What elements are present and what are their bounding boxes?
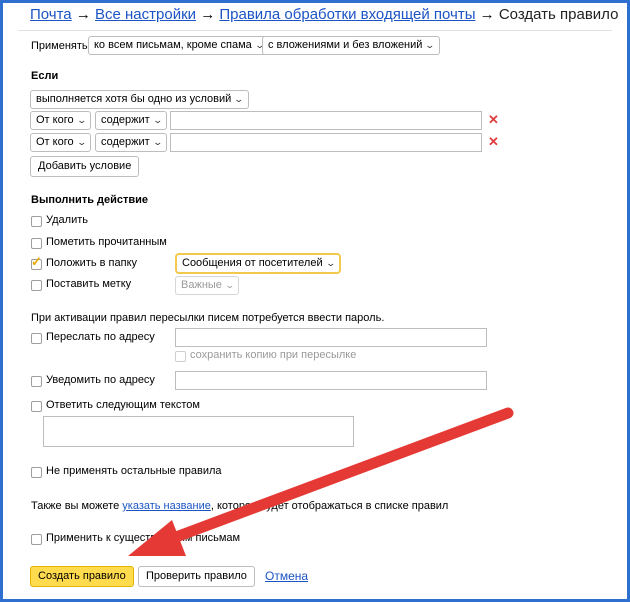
folder-select[interactable]: Сообщения от посетителей ⌄: [175, 253, 342, 274]
condition-mode-value: выполняется хотя бы одно из условий: [36, 93, 232, 105]
rule-name-note-text: , которое будет отображаться в списке пр…: [210, 500, 449, 512]
condition-operator-value: содержит: [101, 114, 150, 126]
condition-value-input[interactable]: [170, 111, 482, 130]
header-divider: [18, 30, 612, 31]
forward-address-input[interactable]: [175, 328, 487, 347]
chevron-down-icon: ⌄: [233, 94, 245, 104]
scope-select[interactable]: ко всем письмам, кроме спама ⌄: [88, 36, 270, 55]
breadcrumb-settings-link[interactable]: Все настройки: [95, 6, 196, 23]
condition-field-select[interactable]: От кого ⌄: [30, 133, 92, 152]
conditions-heading: Если: [31, 70, 59, 82]
breadcrumb: Почта → Все настройки → Правила обработк…: [30, 6, 618, 23]
reply-textarea[interactable]: [43, 416, 354, 447]
rule-name-link[interactable]: указать название: [122, 500, 211, 512]
condition-operator-value: содержит: [101, 136, 150, 148]
chevron-down-icon: ⌄: [152, 137, 163, 147]
condition-operator-select[interactable]: содержит ⌄: [95, 111, 168, 130]
move-folder-checkbox[interactable]: ✓: [31, 254, 42, 270]
set-label-label: Поставить метку: [46, 278, 132, 290]
apply-existing-checkbox[interactable]: [31, 534, 42, 545]
chevron-down-icon: ⌄: [76, 115, 87, 125]
keep-copy-checkbox[interactable]: [175, 351, 186, 362]
move-folder-label: Положить в папку: [46, 257, 138, 269]
mark-read-checkbox[interactable]: [31, 238, 42, 249]
breadcrumb-rules-link[interactable]: Правила обработки входящей почты: [219, 6, 475, 23]
reply-checkbox[interactable]: [31, 401, 42, 412]
notify-checkbox[interactable]: [31, 376, 42, 387]
apply-existing-label: Применить к существующим письмам: [46, 532, 241, 544]
breadcrumb-separator: →: [479, 6, 495, 23]
rule-name-note: Также вы можете указать название, которо…: [31, 500, 448, 512]
delete-checkbox[interactable]: [31, 216, 42, 227]
check-rule-button[interactable]: Проверить правило: [138, 566, 255, 587]
tag-select-value: Важные: [181, 279, 222, 291]
condition-field-value: От кого: [36, 136, 74, 148]
checkmark-icon: ✓: [31, 254, 42, 269]
condition-value-input[interactable]: [170, 133, 482, 152]
keep-copy-label: сохранить копию при пересылке: [190, 349, 357, 361]
notify-address-input[interactable]: [175, 371, 487, 390]
forward-password-note: При активации правил пересылки писем пот…: [31, 312, 385, 324]
mark-read-label: Пометить прочитанным: [46, 236, 167, 248]
reply-label: Ответить следующим текстом: [46, 399, 200, 411]
apply-label: Применять: [31, 40, 88, 52]
forward-checkbox[interactable]: [31, 333, 42, 344]
page-title: Создать правило: [498, 6, 619, 23]
chevron-down-icon: ⌄: [76, 137, 87, 147]
stop-rules-checkbox[interactable]: [31, 467, 42, 478]
folder-select-value: Сообщения от посетителей: [182, 257, 323, 269]
attachments-select-value: с вложениями и без вложений: [268, 39, 423, 51]
remove-condition-icon[interactable]: ✕: [488, 134, 499, 150]
attachments-select[interactable]: с вложениями и без вложений ⌄: [262, 36, 440, 55]
condition-field-value: От кого: [36, 114, 74, 126]
condition-mode-select[interactable]: выполняется хотя бы одно из условий ⌄: [30, 90, 249, 109]
chevron-down-icon: ⌄: [152, 115, 163, 125]
chevron-down-icon: ⌄: [224, 280, 235, 290]
stop-rules-label: Не применять остальные правила: [46, 465, 222, 477]
cancel-link[interactable]: Отмена: [265, 569, 308, 583]
scope-select-value: ко всем письмам, кроме спама: [94, 39, 252, 51]
set-label-checkbox[interactable]: [31, 280, 42, 291]
condition-operator-select[interactable]: содержит ⌄: [95, 133, 168, 152]
create-rule-button[interactable]: Создать правило: [30, 566, 134, 587]
delete-label: Удалить: [46, 214, 88, 226]
rule-name-note-text: Также вы можете: [31, 500, 120, 512]
forward-label: Переслать по адресу: [46, 331, 155, 343]
condition-field-select[interactable]: От кого ⌄: [30, 111, 92, 130]
actions-heading: Выполнить действие: [31, 194, 149, 206]
tag-select[interactable]: Важные ⌄: [175, 276, 240, 295]
add-condition-button[interactable]: Добавить условие: [30, 156, 140, 177]
breadcrumb-separator: →: [75, 6, 91, 23]
chevron-down-icon: ⌄: [325, 258, 336, 268]
remove-condition-icon[interactable]: ✕: [488, 112, 499, 128]
notify-label: Уведомить по адресу: [46, 374, 155, 386]
chevron-down-icon: ⌄: [424, 40, 436, 50]
breadcrumb-mail-link[interactable]: Почта: [30, 6, 72, 23]
breadcrumb-separator: →: [200, 6, 216, 23]
